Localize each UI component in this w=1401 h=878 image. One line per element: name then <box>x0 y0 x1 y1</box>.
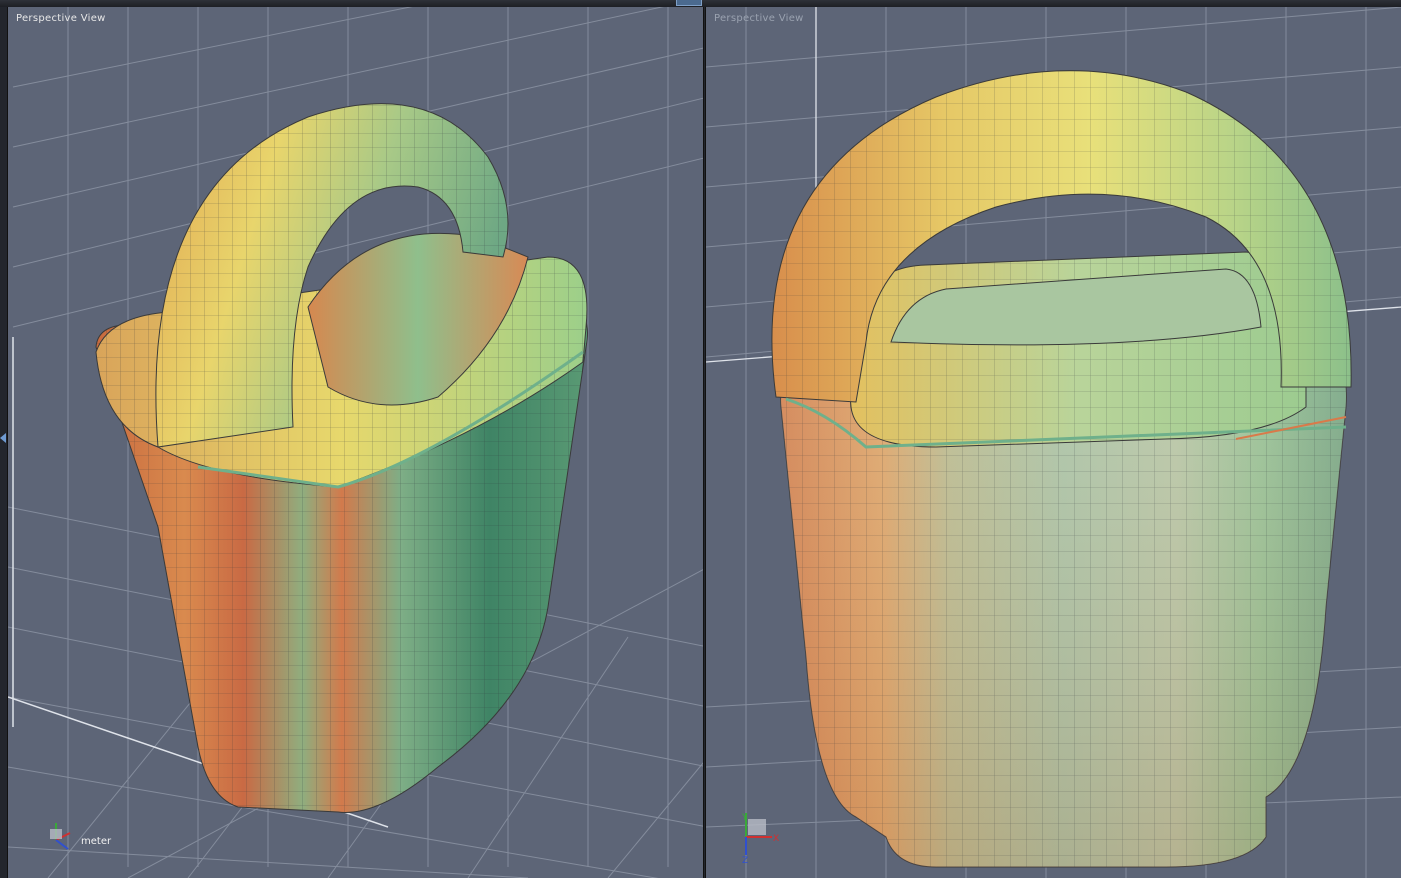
padlock-model-right <box>771 70 1352 868</box>
viewport-right[interactable]: Y X Z Perspective View <box>705 7 1401 878</box>
axis-gizmo-right: Y X Z <box>741 813 779 866</box>
viewport-right-scene: Y X Z <box>706 7 1401 878</box>
axis-gizmo-left <box>50 823 71 850</box>
viewport-title: Perspective View <box>714 13 804 24</box>
viewport-left[interactable]: Perspective View meter <box>7 7 704 878</box>
padlock-model-left <box>95 103 588 813</box>
viewport-title: Perspective View <box>16 13 106 24</box>
panel-expand-arrow-icon[interactable] <box>0 433 6 443</box>
viewport-splitter-handle[interactable] <box>676 0 702 6</box>
axis-x-label: X <box>773 834 779 844</box>
viewport-left-scene <box>8 7 703 878</box>
axis-z-label: Z <box>742 856 748 866</box>
axis-y-label: Y <box>741 813 748 823</box>
unit-label: meter <box>81 836 112 847</box>
